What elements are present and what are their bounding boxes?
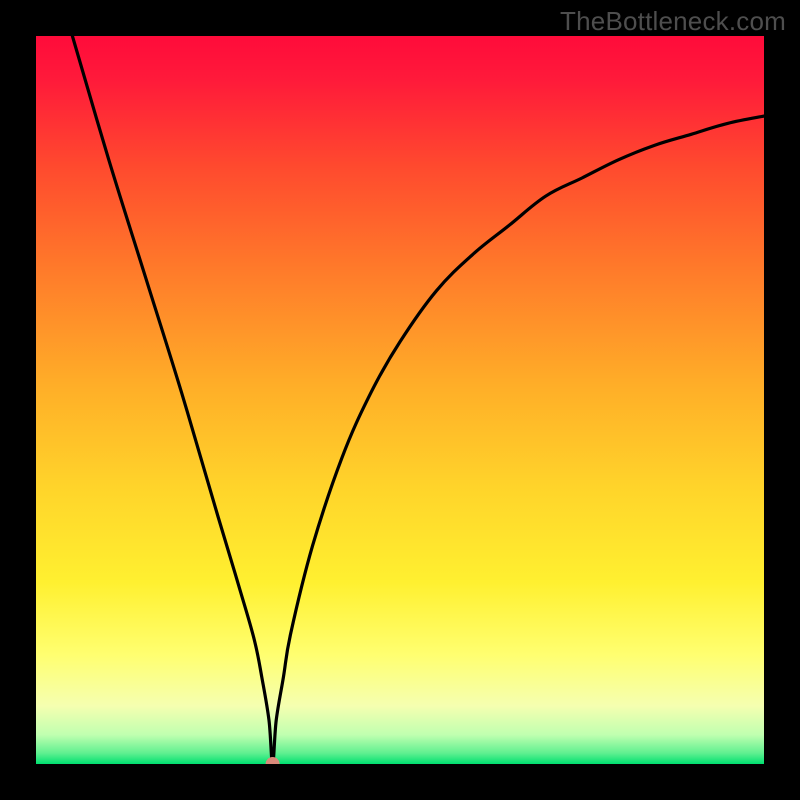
watermark-text: TheBottleneck.com [560, 6, 786, 37]
plot-area [36, 36, 764, 764]
plot-svg [36, 36, 764, 764]
chart-container: TheBottleneck.com [0, 0, 800, 800]
